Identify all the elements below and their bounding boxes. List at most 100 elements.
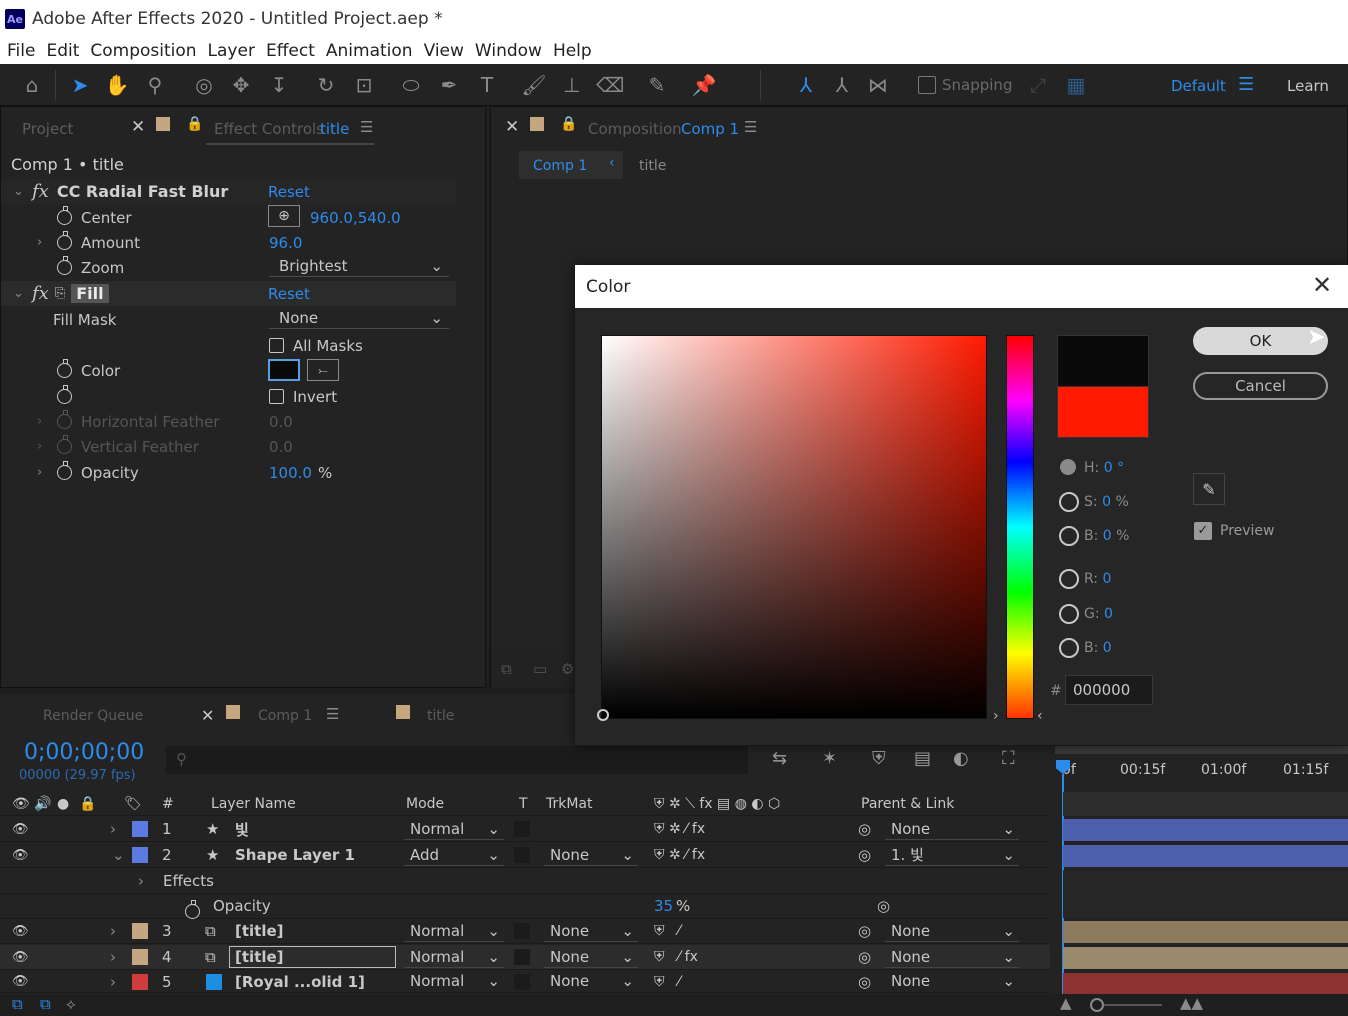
hue-radio[interactable]	[1060, 459, 1076, 475]
pickwhip-icon[interactable]: ◎	[877, 897, 890, 915]
snap-grid-icon[interactable]: ▦	[1062, 72, 1090, 98]
layer-name[interactable]: [title]	[235, 948, 284, 966]
stopwatch-icon[interactable]	[57, 359, 72, 378]
timecode[interactable]: 0;00;00;00	[24, 740, 144, 765]
menu-composition[interactable]: Composition	[90, 41, 196, 61]
label-tag-icon[interactable]: 🏷	[124, 796, 142, 812]
menu-file[interactable]: File	[7, 41, 35, 61]
workspace-default[interactable]: Default	[1171, 77, 1226, 95]
view-axis-icon[interactable]: ⋈	[864, 72, 892, 98]
layer-switches-icon[interactable]: ⛨ ✲ ⁄ fx	[654, 847, 705, 863]
menu-animation[interactable]: Animation	[326, 41, 413, 61]
pan-camera-icon[interactable]: ✥	[227, 72, 255, 98]
tab-composition[interactable]: Composition	[588, 120, 682, 138]
work-area-bar[interactable]	[1055, 746, 1348, 754]
hue-slider[interactable]	[1006, 335, 1034, 719]
saturation-radio[interactable]	[1059, 492, 1079, 512]
menu-view[interactable]: View	[424, 41, 464, 61]
menu-help[interactable]: Help	[553, 41, 592, 61]
g-value[interactable]: 0	[1104, 606, 1113, 622]
stopwatch-icon[interactable]	[57, 461, 72, 480]
dolly-camera-icon[interactable]: ↧	[265, 72, 293, 98]
twirl-down-icon[interactable]: ⌄	[13, 184, 27, 199]
menu-layer[interactable]: Layer	[208, 41, 255, 61]
shy-layers-icon[interactable]: ⛨	[872, 748, 886, 769]
color-picker-cursor[interactable]	[597, 709, 609, 721]
twirl-right-icon[interactable]: ›	[110, 973, 116, 991]
trkmat-dropdown[interactable]: None ⌄	[544, 920, 638, 942]
layer-bar[interactable]	[1063, 921, 1348, 943]
frame-blending-icon[interactable]: ▤	[914, 748, 931, 769]
preview-checkbox[interactable]: ✓	[1194, 522, 1212, 540]
red-radio[interactable]	[1059, 569, 1079, 589]
stopwatch-icon[interactable]	[57, 385, 72, 404]
t-checkbox[interactable]	[514, 949, 530, 965]
layer-bar[interactable]	[1063, 819, 1348, 841]
layer-name[interactable]: 빛	[235, 819, 249, 840]
audio-icon[interactable]: 🔊	[34, 796, 51, 812]
layer-switches-icon[interactable]: ⛨ ⁄	[654, 923, 680, 939]
graph-editor-icon[interactable]: ⛶	[1002, 748, 1015, 769]
table-row[interactable]: 👁 ⌄ 2 ★ Shape Layer 1 Add ⌄ None ⌄ ⛨ ✲ ⁄ f…	[0, 843, 1050, 868]
pen-tool-icon[interactable]: ✒	[435, 72, 463, 98]
twirl-down-icon[interactable]: ⌄	[13, 286, 27, 301]
pickwhip-icon[interactable]: ◎	[858, 820, 871, 838]
twirl-right-icon[interactable]: ›	[37, 439, 51, 454]
mode-dropdown[interactable]: Normal ⌄	[404, 920, 504, 942]
table-row[interactable]: 👁 › 4 ⧉ [title] Normal ⌄ None ⌄ ⛨ ⁄ fx ◎ N…	[0, 945, 1050, 970]
hex-input[interactable]: 000000	[1065, 675, 1153, 705]
composition-mini-flowchart-icon[interactable]: ⇆	[772, 748, 787, 769]
effect-header-cc-radial-fast-blur[interactable]: ⌄ fx CC Radial Fast Blur Reset	[1, 179, 456, 204]
layer-switches-icon[interactable]: ⛨ ✲ ⁄ fx	[654, 821, 705, 837]
snapping-checkbox[interactable]	[918, 76, 936, 94]
workspace-learn[interactable]: Learn	[1287, 77, 1329, 95]
reset-button[interactable]: Reset	[268, 285, 310, 303]
eyedropper-icon[interactable]: ✎	[1193, 473, 1225, 505]
cancel-button[interactable]: Cancel	[1193, 372, 1328, 400]
layer-name[interactable]: [title]	[235, 922, 284, 940]
eye-icon[interactable]: 👁	[12, 848, 29, 863]
zoom-out-icon[interactable]: ▲	[1060, 994, 1072, 1012]
b-value[interactable]: 0	[1103, 528, 1112, 544]
menu-window[interactable]: Window	[475, 41, 542, 61]
menu-edit[interactable]: Edit	[46, 41, 79, 61]
type-tool-icon[interactable]: T	[473, 72, 501, 98]
color-swatch[interactable]	[268, 359, 300, 381]
settings-icon[interactable]: ⚙	[561, 660, 574, 678]
tab-comp-name[interactable]: Comp 1	[681, 120, 739, 138]
hand-tool-icon[interactable]: ✋	[103, 72, 131, 98]
saturation-brightness-field[interactable]	[601, 335, 987, 719]
mode-dropdown[interactable]: Add ⌄	[404, 844, 504, 866]
solo-icon[interactable]: ●	[57, 796, 69, 812]
parent-dropdown[interactable]: None ⌄	[885, 920, 1019, 942]
all-masks-checkbox[interactable]	[269, 338, 284, 353]
draft-3d-icon[interactable]: ✶	[822, 748, 837, 769]
twirl-right-icon[interactable]: ›	[37, 235, 51, 250]
twirl-right-icon[interactable]: ›	[37, 414, 51, 429]
panel-menu-icon[interactable]: ☰	[326, 705, 339, 723]
label-swatch[interactable]	[132, 949, 148, 965]
local-axis-icon[interactable]: ⅄	[792, 72, 820, 98]
r-value[interactable]: 0	[1102, 571, 1111, 587]
transfer-controls-toggle-icon[interactable]: ⧉	[40, 995, 51, 1013]
motion-blur-icon[interactable]: ◐	[953, 748, 969, 769]
label-swatch[interactable]	[132, 974, 148, 990]
center-value[interactable]: 960.0,540.0	[310, 209, 401, 227]
fill-mask-dropdown[interactable]: None ⌄	[269, 307, 449, 329]
layer-name[interactable]: Shape Layer 1	[235, 846, 355, 864]
preset-icon[interactable]: ⎘	[55, 286, 65, 301]
tab-render-queue[interactable]: Render Queue	[43, 708, 143, 724]
zoom-tool-icon[interactable]: ⚲	[141, 72, 169, 98]
stopwatch-icon[interactable]	[57, 206, 72, 225]
trkmat-dropdown[interactable]: None ⌄	[544, 844, 638, 866]
mode-dropdown[interactable]: Normal ⌄	[404, 971, 504, 992]
selection-tool-icon[interactable]: ➤	[66, 72, 94, 98]
layer-bar[interactable]	[1063, 947, 1348, 969]
twirl-right-icon[interactable]: ›	[110, 948, 116, 966]
mode-dropdown[interactable]: Normal ⌄	[404, 818, 504, 840]
lock-icon[interactable]: 🔒	[560, 116, 577, 132]
eye-icon[interactable]: 👁	[12, 950, 29, 965]
twirl-down-icon[interactable]: ⌄	[112, 846, 125, 864]
zoom-in-icon[interactable]: ▲▲	[1180, 994, 1203, 1012]
tab-effect-controls-layer[interactable]: title	[320, 120, 349, 138]
